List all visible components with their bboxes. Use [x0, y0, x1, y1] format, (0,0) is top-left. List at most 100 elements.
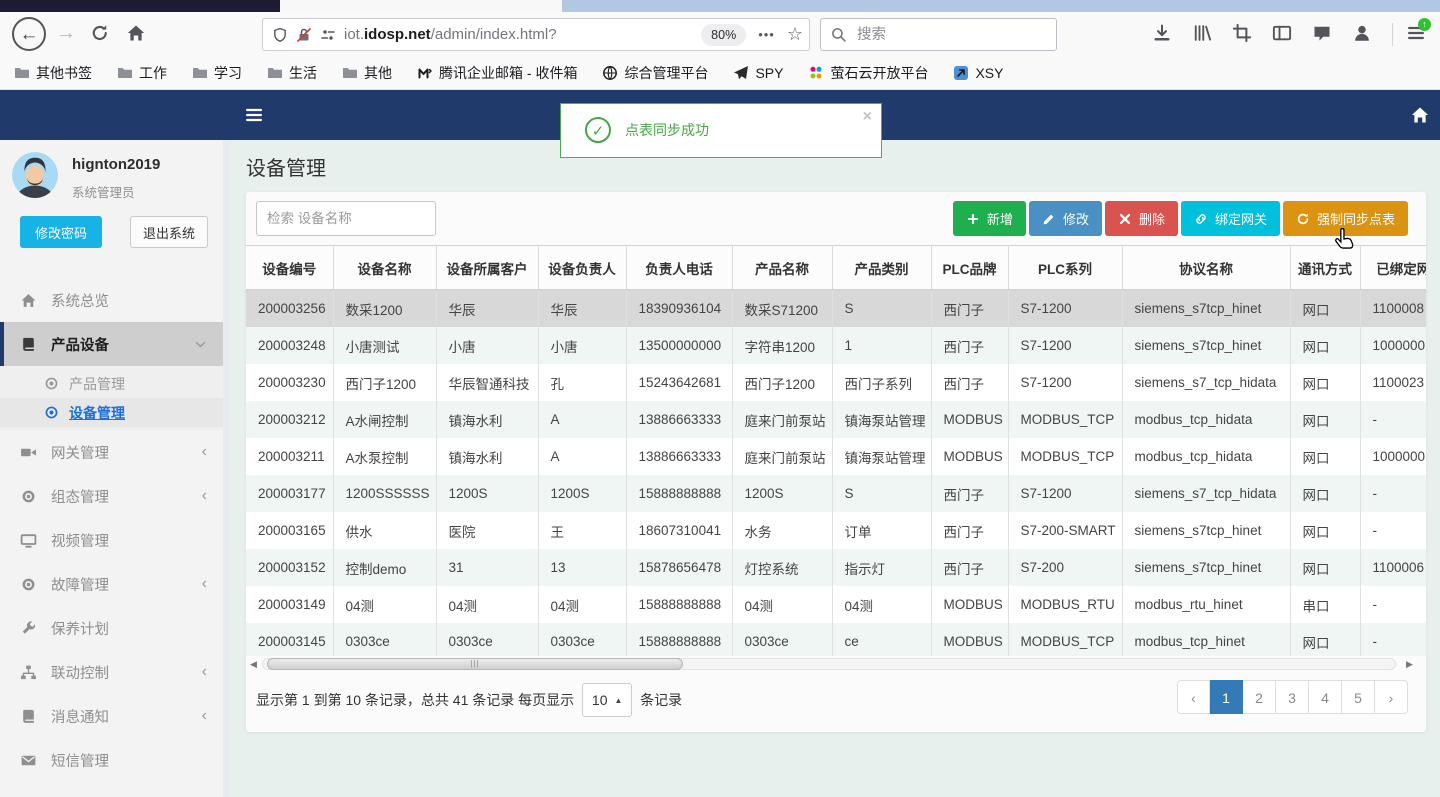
scroll-right-icon[interactable]: ▶	[1406, 659, 1413, 670]
column-header[interactable]: 负责人电话	[626, 245, 733, 290]
action-button[interactable]: 删除	[1104, 201, 1178, 236]
library-icon[interactable]	[1192, 23, 1214, 45]
sidebar-item[interactable]: 联动控制 ‹	[0, 650, 223, 694]
bookmark-item[interactable]: 工作	[117, 63, 167, 83]
column-header[interactable]: 产品名称	[732, 245, 833, 290]
bookmark-item[interactable]: 其他书签	[14, 63, 92, 83]
sidebar-item[interactable]: 保养计划	[0, 606, 223, 650]
table-row[interactable]: 200003212 A水闸控制 镇海水利 A 13886663333 庭来门前泵站 镇海泵站…	[246, 401, 1426, 438]
bookmark-star-icon[interactable]: ☆	[787, 24, 803, 45]
bookmark-item[interactable]: 腾讯企业邮箱 - 收件箱	[417, 63, 577, 83]
sidebar-scrollbar[interactable]	[223, 140, 230, 797]
table-row[interactable]: 200003145 0303ce 0303ce 0303ce 15888888888 03…	[246, 623, 1426, 656]
permissions-icon[interactable]	[320, 27, 336, 43]
sidebar-toggle-icon[interactable]	[244, 105, 264, 125]
pagination-next[interactable]: ›	[1375, 680, 1408, 714]
column-header[interactable]: 产品类别	[832, 245, 932, 290]
column-header[interactable]: PLC品牌	[931, 245, 1009, 290]
action-button-label: 绑定网关	[1214, 212, 1267, 227]
bookmark-item[interactable]: XSY	[953, 65, 1003, 81]
logout-button[interactable]: 退出系统	[130, 216, 208, 248]
table-cell: 0303ce	[538, 623, 627, 656]
page-actions-icon[interactable]: •••	[758, 27, 775, 42]
forward-icon[interactable]: →	[56, 22, 76, 45]
insecure-connection-icon[interactable]	[296, 27, 312, 43]
device-search-input[interactable]	[256, 201, 436, 236]
column-header[interactable]: 设备负责人	[538, 245, 627, 290]
download-icon[interactable]	[1152, 23, 1174, 45]
bookmark-item[interactable]: 其他	[342, 63, 392, 83]
column-header[interactable]: PLC系列	[1008, 245, 1123, 290]
book-icon	[20, 336, 37, 353]
pagination-page[interactable]: 3	[1276, 680, 1309, 714]
sidebar-item[interactable]: 视频管理	[0, 518, 223, 562]
sitemap-icon	[20, 664, 37, 681]
avatar[interactable]	[12, 152, 58, 198]
column-header[interactable]: 已绑定网关	[1360, 245, 1426, 290]
bookmark-item[interactable]: 学习	[192, 63, 242, 83]
active-tab-edge[interactable]	[0, 0, 280, 12]
sidebar-subitem[interactable]: 设备管理	[0, 398, 223, 427]
sidebar-item[interactable]: 消息通知 ‹	[0, 694, 223, 738]
pagination-page[interactable]: 4	[1309, 680, 1342, 714]
action-button-label: 新增	[986, 212, 1013, 227]
scroll-left-icon[interactable]: ◀	[250, 659, 257, 670]
table-cell: 13500000000	[626, 327, 733, 364]
account-icon[interactable]	[1352, 23, 1374, 45]
action-button[interactable]: 修改	[1028, 201, 1102, 236]
sidebar-item[interactable]: 故障管理 ‹	[0, 562, 223, 606]
zoom-level-badge[interactable]: 80%	[701, 23, 747, 46]
browser-search-input[interactable]	[821, 19, 1056, 50]
pagination-page[interactable]: 5	[1342, 680, 1375, 714]
inactive-tab-edge[interactable]	[280, 0, 562, 12]
table-row[interactable]: 200003152 控制demo 31 13 15878656478 灯控系统 指示灯 西门子…	[246, 549, 1426, 586]
table-row[interactable]: 200003149 04测 04测 04测 15888888888 04测 04测 MODBU…	[246, 586, 1426, 623]
scrollbar-thumb[interactable]: |||	[267, 658, 683, 670]
reload-icon[interactable]	[90, 23, 112, 45]
sidebar-item[interactable]: 组态管理 ‹	[0, 474, 223, 518]
table-row[interactable]: 200003177 1200SSSSSS 1200S 1200S 15888888888…	[246, 475, 1426, 512]
change-password-button[interactable]: 修改密码	[20, 216, 102, 248]
sidebar-item[interactable]: 短信管理	[0, 738, 223, 782]
bookmark-item[interactable]: SPY	[733, 65, 783, 81]
menu-icon[interactable]: ↑	[1406, 18, 1431, 45]
bookmark-item[interactable]: 综合管理平台	[602, 63, 708, 83]
bookmark-label: 生活	[289, 65, 317, 81]
pagination-page[interactable]: 2	[1243, 680, 1276, 714]
back-icon[interactable]: ←	[12, 17, 46, 51]
screenshot-icon[interactable]	[1232, 23, 1254, 45]
toast-close-icon[interactable]: ×	[863, 108, 872, 126]
page-size-select[interactable]: 10 ▲	[582, 683, 633, 717]
bookmark-item[interactable]: 萤石云开放平台	[808, 63, 928, 83]
sidebars-icon[interactable]	[1272, 23, 1294, 45]
table-row[interactable]: 200003256 数采1200 华辰 华辰 18390936104 数采S71200 S 西…	[246, 289, 1426, 327]
table-row[interactable]: 200003211 A水泵控制 镇海水利 A 13886663333 庭来门前泵站 镇海泵站…	[246, 438, 1426, 475]
sidebar-item[interactable]: 产品设备	[0, 322, 223, 366]
pocket-icon[interactable]	[1312, 23, 1334, 45]
table-row[interactable]: 200003248 小唐测试 小唐 小唐 13500000000 字符串1200 1 西门子 S…	[246, 327, 1426, 364]
table-cell: MODBUS_TCP	[1008, 401, 1123, 438]
pagination-prev[interactable]: ‹	[1177, 680, 1210, 714]
browser-search[interactable]	[820, 18, 1057, 51]
column-header[interactable]: 设备所属客户	[436, 245, 539, 290]
url-bar[interactable]: iot.idosp.net/admin/index.html? 80% ••• …	[262, 18, 810, 51]
table-row[interactable]: 200003165 供水 医院王 18607310041 水务 订单 西门子 S7-200-S…	[246, 512, 1426, 549]
sidebar-item[interactable]: 大屏管理	[0, 782, 223, 797]
action-button[interactable]: 绑定网关	[1180, 201, 1280, 236]
pagination-page[interactable]: 1	[1210, 680, 1243, 714]
horizontal-scrollbar[interactable]: ◀ ||| ▶	[246, 656, 1426, 672]
app-home-icon[interactable]	[1410, 105, 1430, 125]
table-cell: 15888888888	[626, 586, 733, 623]
sidebar-subitem[interactable]: 产品管理	[0, 369, 223, 398]
column-header[interactable]: 协议名称	[1122, 245, 1291, 290]
sidebar-item[interactable]: 系统总览	[0, 278, 223, 322]
bookmark-label: 其他书签	[36, 65, 92, 81]
column-header[interactable]: 设备名称	[333, 245, 437, 290]
column-header[interactable]: 设备编号	[246, 245, 334, 290]
bookmark-item[interactable]: 生活	[267, 63, 317, 83]
table-row[interactable]: 200003230 西门子1200 华辰智通科技孔 15243642681 西门子120…	[246, 364, 1426, 401]
shield-icon[interactable]	[272, 27, 288, 43]
browser-home-icon[interactable]	[126, 23, 148, 45]
sidebar-item[interactable]: 网关管理 ‹	[0, 430, 223, 474]
action-button[interactable]: 新增	[952, 201, 1026, 236]
